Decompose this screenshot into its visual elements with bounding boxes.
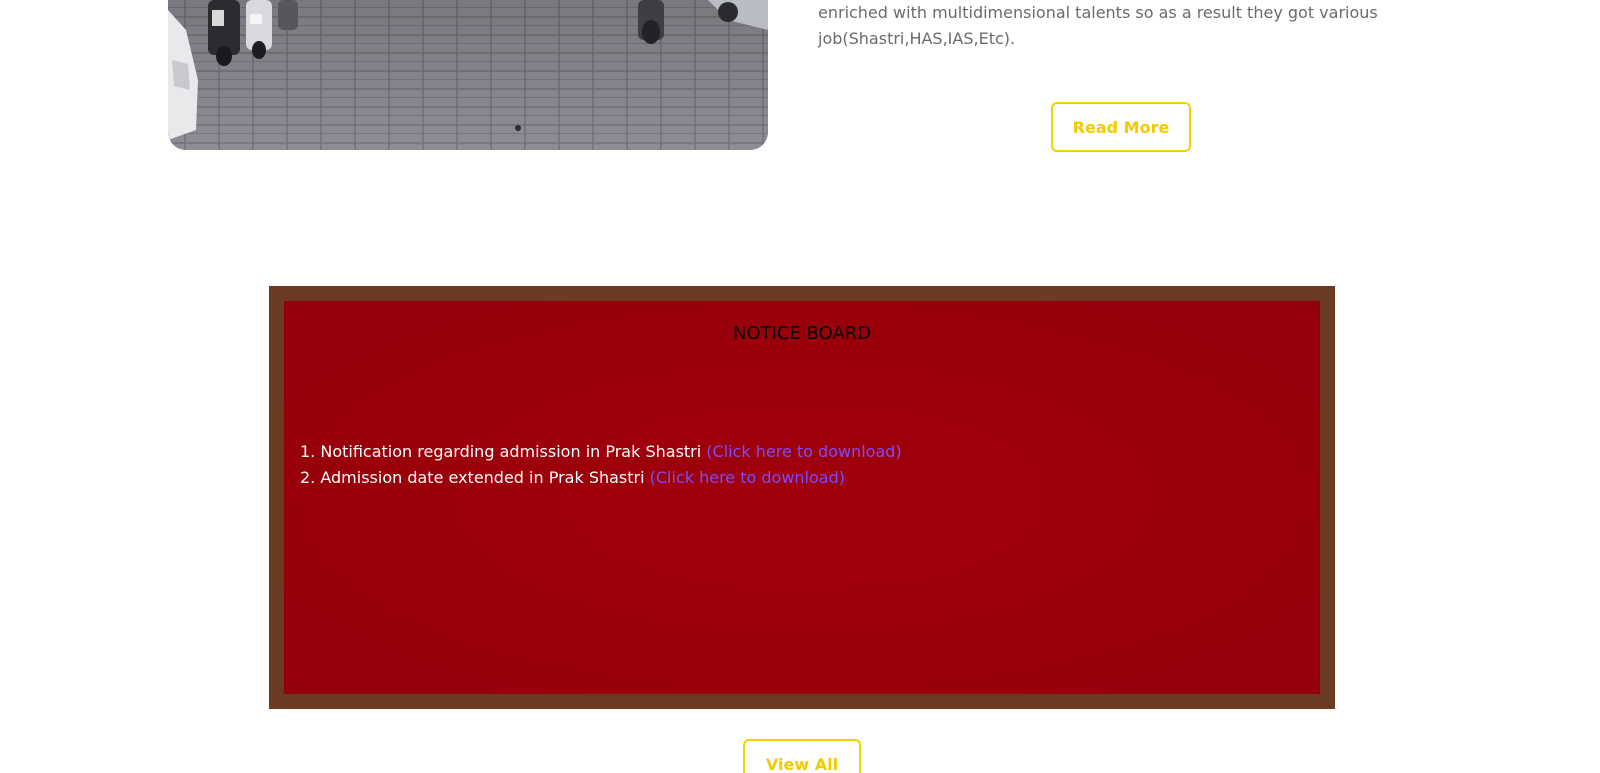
notice-list: 1. Notification regarding admission in P…: [300, 439, 902, 491]
about-paragraph: enriched with multidimensional talents s…: [818, 0, 1378, 52]
campus-photo-image: [168, 0, 768, 150]
notice-item: 2. Admission date extended in Prak Shast…: [300, 465, 902, 491]
page: enriched with multidimensional talents s…: [0, 0, 1600, 773]
notice-board-panel: NOTICE BOARD 1. Notification regarding a…: [284, 301, 1320, 694]
about-line-2: job(Shastri,HAS,IAS,Etc).: [818, 29, 1016, 48]
notice-item: 1. Notification regarding admission in P…: [300, 439, 902, 465]
notice-item-number: 2.: [300, 468, 316, 487]
campus-photo: [168, 0, 768, 150]
notice-item-text: Admission date extended in Prak Shastri: [320, 468, 645, 487]
notice-download-link[interactable]: (Click here to download): [650, 468, 845, 487]
notice-download-link[interactable]: (Click here to download): [706, 442, 901, 461]
notice-item-number: 1.: [300, 442, 316, 461]
notice-board: NOTICE BOARD 1. Notification regarding a…: [269, 286, 1335, 709]
view-all-button[interactable]: View All: [743, 739, 861, 773]
about-line-1: enriched with multidimensional talents s…: [818, 3, 1378, 22]
notice-item-text: Notification regarding admission in Prak…: [320, 442, 702, 461]
read-more-button[interactable]: Read More: [1051, 102, 1191, 152]
notice-board-title: NOTICE BOARD: [732, 323, 872, 344]
